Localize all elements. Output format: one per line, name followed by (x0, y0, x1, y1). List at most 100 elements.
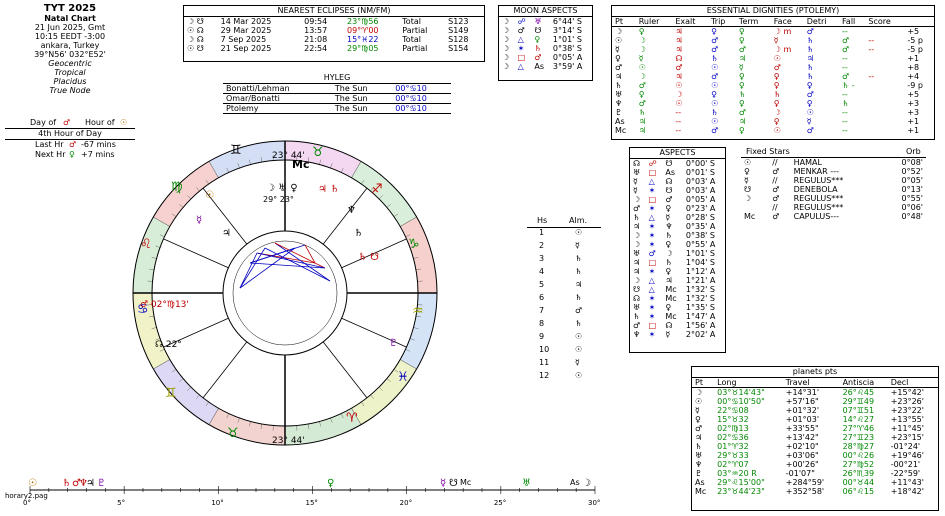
fixed-stars-orb-title: Orb (906, 147, 921, 156)
table-row: Bonatti/Lehman The Sun 00°♋10 (223, 84, 451, 94)
table-row: ♅ □ As 0°01' S (633, 168, 715, 177)
ruler-tick-label: 30° (588, 499, 601, 507)
table-row: ☿ ✶ ☋ 0°03' A (633, 186, 716, 195)
eclipse-icon: ☽ ☊ (187, 35, 204, 44)
planet-pts-title: planets pts (692, 367, 938, 378)
eclipses-title: NEAREST ECLIPSES (NM/FM) (184, 6, 484, 17)
sun-icon: ☉ (28, 478, 37, 489)
hyleg-panel: HYLEG Bonatti/Lehman The Sun 00°♋10 Omar/B… (223, 73, 451, 114)
table-row: ☽ △ ♀ 1°01' S (502, 35, 582, 44)
table-row: ♃ 02°♋36 +13'42" 27°♊23 +23°15' (695, 433, 924, 442)
moon-cluster: ☽ ♅ ♀ (266, 183, 298, 194)
houses-panel: Hs Alm. 1 ☉ 2 ☿ 3 ♄ 4 ♄ 5 ♃ 6 ♄ 7 ♂ 8 ♄ 9 ☉ 10 ☉ 11 ☿ 12 ☉ (527, 216, 601, 384)
table-row: ☽ ♂ REGULUS*** 0°55' (744, 194, 923, 203)
sun-icon: ☉ (120, 118, 128, 127)
eclipse-type: Partial (402, 44, 428, 53)
table-row: ♃ ✶ ♆ 0°35' A (633, 222, 716, 231)
hour-of-day: 4th Hour of Day (5, 128, 135, 140)
chart-info-line: Placidus (53, 77, 87, 86)
table-row: ♆ ✶ ☿ 2°02' A (633, 330, 716, 339)
sun-icon: ☉ (205, 190, 214, 201)
ruler-planets: ☉ ♄ ♂ ♆ ♃ ♇ ♀ ☿ ☋ Mc ♅ As ☽ (22, 478, 622, 490)
table-header-row: Pt Ruler Exalt Trip Term Face Detri Fall Score (612, 17, 934, 27)
ruler-labels: 0° 5° 10° 15° 20° 25° 30° (23, 499, 605, 511)
table-row: ☽ □ ♂ 0°05' A (502, 53, 583, 62)
table-row: As ♃ -- ☉ ♃ ♀ ☿ -- +1 (615, 117, 920, 126)
table-row: ♄ ✶ Mc 1°47' A (633, 312, 716, 321)
table-row: ♂ 02°♍13 +33'55" 27°♈46 +11°45' (695, 424, 924, 433)
uranus-icon: ♅ (522, 478, 531, 489)
aspects-table: ☊ ☍ ☋ 0°00' S ♅ □ As 0°01' S ☿ △ ☊ 0°03' A ☿ ✶ ☋ 0°03' … (630, 159, 725, 339)
table-row: ♆ ♂ ☉ ☉ ♀ ♀ ♀ ♄ +3 (615, 99, 920, 108)
jupiter-icon: ♃ ♄ (318, 184, 340, 195)
list-item: 11 ☿ (539, 358, 580, 367)
moon-icon: ☽ (582, 478, 591, 489)
list-item: 5 ♃ (539, 280, 583, 289)
table-row: Mc ♃ -- ♂ ♀ ☉ ♂ -- +1 (615, 126, 920, 135)
list-item: 8 ♄ (539, 319, 583, 328)
node-icon: ☋ (449, 478, 458, 489)
list-item: 10 ☉ (539, 345, 583, 354)
sign-aquarius-icon: ♒ (412, 304, 424, 319)
eclipse-icon: ☽ ☋ (187, 17, 204, 26)
chart-info-line: 39°N56' 032°E52' (34, 50, 106, 59)
planet-pts-panel: planets pts Pt Long Travel Antiscia Decl ☽ 0… (691, 366, 939, 511)
mars-icon: ♂ (69, 140, 77, 149)
eclipse-time: 22:54 (304, 44, 328, 53)
eclipse-pos: 29°♍05 (346, 44, 379, 53)
moon-cluster-deg: 29° 23° (263, 195, 294, 204)
table-row: ♀ ♂ MENKAR --- 0°52' (744, 167, 923, 176)
saturn-icon: ♄ ☋ (358, 252, 380, 263)
table-row: ♇ 03°♒20 R -01'07" 26°♏39 -22°59' (695, 469, 921, 478)
table-row: ♃ □ ♄ 1°04' S (633, 258, 715, 267)
fixed-stars-table: ☉//HAMAL 0°08' ♀ ♂ MENKAR --- 0°52' ☿//REGULUS… (741, 157, 926, 221)
chart-info-line: True Node (49, 86, 91, 95)
table-row: ☉//HAMAL 0°08' (744, 158, 923, 167)
list-item: 9 ☉ (539, 332, 583, 341)
table-row: ☽ ✶ ♄ 0°38' S (633, 231, 715, 240)
chart-info-line: ankara, Turkey (40, 41, 100, 50)
day-of-label: Day of (30, 118, 57, 127)
table-row: ☽ ♀ ♃ ♀ ♀ ☽ m ♂ -- +5 (615, 27, 920, 36)
eclipse-date: 14 Mar 2025 (220, 17, 272, 26)
eclipse-time: 09:54 (304, 17, 328, 26)
list-item: 3 ♄ (539, 254, 583, 263)
table-row: Mc 23°♉44'23" +352°58' 06°♌15 +18°42' (695, 487, 924, 496)
ruler-tick-label: 25° (493, 499, 507, 507)
table-row: ☽ ☊ 7 Sep 2025 21:08 15°♓22 Total S128 (184, 35, 484, 44)
chart-info-line: Natal Chart (44, 14, 96, 23)
table-row: ☽ □ ♂ 0°05' A (633, 195, 716, 204)
dignities-table: Pt Ruler Exalt Trip Term Face Detri Fall Score… (612, 17, 934, 135)
table-row: ☽ ☋ 14 Mar 2025 09:54 23°♍56 Total S123 (184, 17, 484, 26)
hyleg-title: HYLEG (323, 73, 351, 82)
mc-label: Mc (292, 158, 310, 171)
mercury-icon: ☿ (440, 478, 447, 489)
table-row: ☿ ☽ ♃ ♂ ♂ ☽ m ♄ ♂ -- -5 p (615, 45, 923, 54)
eclipse-icon: ☉ ☊ (187, 26, 204, 35)
table-row: ☽ △ As 3°59' A (502, 62, 583, 71)
eclipse-saros: S123 (448, 17, 469, 26)
table-row: ☉ ☽ ♃ ♂ ♀ ☿ ♄ ♂ -- -5 p (615, 36, 923, 45)
list-item: 7 ♂ (539, 306, 583, 315)
table-row: ♄ 01°♈32 +02'10" 28°♍27 -01°24' (695, 442, 921, 451)
table-row: Ptolemy The Sun 00°♋10 (226, 104, 427, 113)
ruler-tick-label: 15° (305, 499, 318, 507)
pluto-icon: ♇ (389, 338, 398, 349)
list-item: 1 ☉ (539, 228, 583, 237)
sign-leo-icon: ♌ (140, 237, 152, 252)
list-item: 12 ☉ (539, 371, 583, 380)
table-row: ☿ △ ☊ 0°03' A (633, 177, 716, 186)
ruler-tick-label: 10° (211, 499, 224, 507)
eclipse-saros: S154 (448, 44, 469, 53)
mercury-icon: ☿ (196, 215, 203, 226)
table-row: ☉ ☊ 29 Mar 2025 13:57 09°♈00 Partial S14… (184, 26, 484, 35)
eclipse-type: Total (402, 17, 421, 26)
chart-info-line: Tropical (54, 68, 86, 77)
eclipse-pos: 23°♍56 (346, 17, 379, 26)
eclipse-type: Total (402, 35, 421, 44)
list-item: 6 ♄ (539, 293, 583, 302)
jupiter-icon: ♃ (86, 478, 95, 489)
list-item: 4 ♄ (539, 267, 583, 276)
dignities-title: ESSENTIAL DIGNITIES (PTOLEMY) (612, 6, 934, 17)
table-row: //REGULUS*** 0°06' (772, 203, 923, 212)
